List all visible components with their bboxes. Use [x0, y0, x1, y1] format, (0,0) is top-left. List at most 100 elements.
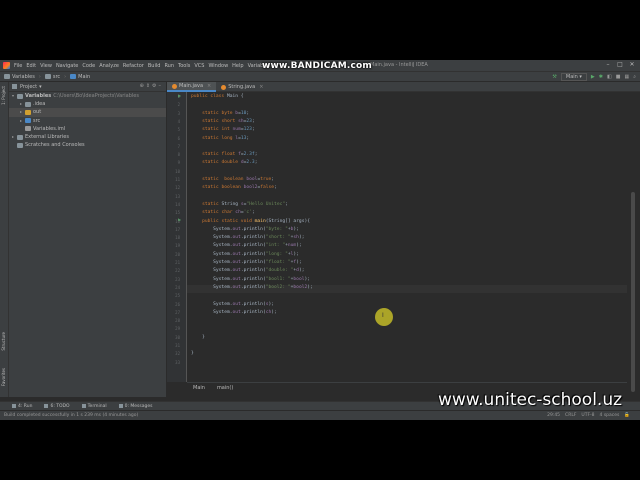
- scrollbar-thumb[interactable]: [631, 192, 635, 392]
- editor-gutter[interactable]: ▶ ▶ 1 2 3 4 5 6 7 8 9 10 11 12 13 14 15 16 17 18 19 20 21 22 2…: [167, 92, 187, 382]
- menu-item-window[interactable]: Window: [208, 63, 228, 69]
- minimize-icon[interactable]: –: [603, 61, 613, 68]
- chevron-right-icon: ›: [38, 73, 41, 80]
- project-tool-tab[interactable]: 1: Project: [1, 86, 6, 105]
- nav-crumb-main[interactable]: Main: [70, 74, 90, 80]
- code-line[interactable]: static int num=123;: [191, 127, 255, 135]
- code-line[interactable]: static boolean bool2=false;: [191, 185, 277, 193]
- tree-item[interactable]: ▸ External Libraries: [9, 133, 166, 141]
- tree-item[interactable]: ▾ Variables C:\Users\Bo\IdeaProjects\Varia…: [9, 92, 166, 100]
- menu-item-view[interactable]: View: [40, 63, 52, 69]
- tree-item[interactable]: ▸ out: [9, 108, 166, 117]
- editor-tab[interactable]: Main.java ×: [167, 82, 217, 92]
- tree-item[interactable]: Variables.iml: [9, 125, 166, 133]
- menu-item-run[interactable]: Run: [164, 63, 174, 69]
- build-hammer-icon[interactable]: ⚒: [552, 74, 556, 80]
- run-config-select[interactable]: Main ▾: [560, 73, 587, 81]
- menu-item-build[interactable]: Build: [148, 63, 161, 69]
- code-line[interactable]: static byte b=10;: [191, 111, 249, 119]
- code-line[interactable]: System.out.println(ch);: [191, 310, 277, 318]
- menu-item-code[interactable]: Code: [82, 63, 95, 69]
- line-number: 25: [175, 293, 180, 299]
- line-number: 14: [175, 201, 180, 207]
- code-line[interactable]: System.out.println("bool1: "+bool);: [191, 277, 310, 285]
- tool-window-button[interactable]: 4: Run: [12, 404, 32, 409]
- project-panel-header[interactable]: Project ▾ ⊕⇕⚙–: [9, 82, 166, 92]
- menu-item-navigate[interactable]: Navigate: [56, 63, 78, 69]
- folder-icon: [25, 118, 31, 124]
- menu-item-analyze[interactable]: Analyze: [99, 63, 119, 69]
- tree-item[interactable]: ▸ src: [9, 117, 166, 125]
- coverage-icon[interactable]: ◧: [607, 74, 612, 80]
- close-tab-icon[interactable]: ×: [207, 83, 211, 89]
- tool-window-label: 4: Run: [18, 403, 33, 409]
- editor-breadcrumb-item[interactable]: Main: [193, 385, 205, 391]
- line-number: 20: [175, 251, 180, 257]
- editor-scrollbar[interactable]: [627, 92, 640, 392]
- search-icon[interactable]: ⌕: [633, 74, 636, 80]
- bandicam-watermark: www.BANDICAM.com: [262, 61, 373, 71]
- menu-item-help[interactable]: Help: [232, 63, 243, 69]
- caret-position[interactable]: 29:45: [547, 413, 560, 418]
- debug-icon[interactable]: ✱: [599, 74, 603, 80]
- nav-crumb-variables[interactable]: Variables ›: [4, 74, 41, 80]
- status-bar: Build completed successfully in 1 s 239 …: [0, 410, 640, 420]
- status-message[interactable]: Build completed successfully in 1 s 239 …: [4, 413, 138, 418]
- stop-icon[interactable]: ■: [616, 74, 621, 80]
- menu-item-vcs[interactable]: VCS: [194, 63, 204, 69]
- code-line[interactable]: System.out.println("bool2: "+bool2);: [187, 284, 627, 294]
- crumb-label: Main: [78, 73, 91, 80]
- tool-window-button[interactable]: Terminal: [81, 403, 107, 409]
- line-number: 8: [177, 152, 180, 158]
- code-editor[interactable]: public class Main { static byte b=10; st…: [187, 92, 627, 382]
- menu-item-refactor[interactable]: Refactor: [123, 63, 144, 69]
- line-number: 10: [175, 168, 180, 174]
- maximize-icon[interactable]: □: [615, 61, 625, 68]
- close-icon[interactable]: ✕: [627, 61, 637, 68]
- line-number: 2: [177, 102, 180, 108]
- code-line[interactable]: static long l=13;: [191, 136, 249, 144]
- line-separator[interactable]: CRLF: [565, 413, 576, 418]
- menu-item-tools[interactable]: Tools: [178, 63, 190, 69]
- line-number: 31: [175, 343, 180, 348]
- chevron-down-icon[interactable]: ▾: [39, 84, 42, 90]
- tree-item[interactable]: ▸ .idea: [9, 100, 166, 108]
- editor-tab[interactable]: String.java ×: [216, 82, 268, 92]
- code-line[interactable]: static String s="Hello Unitec";: [191, 202, 288, 210]
- code-line[interactable]: System.out.println("byte: "+b);: [191, 227, 299, 235]
- nav-crumb-src[interactable]: src ›: [44, 74, 66, 80]
- editor-breadcrumb-item[interactable]: main(): [217, 385, 233, 391]
- menu-item-file[interactable]: File: [14, 63, 22, 69]
- code-line[interactable]: public static void main(String[] args){: [191, 219, 310, 227]
- code-line[interactable]: System.out.println("int: "+num);: [191, 243, 302, 251]
- code-line[interactable]: System.out.println("long: "+l);: [191, 252, 299, 260]
- tool-window-button[interactable]: 0: Messages: [118, 404, 152, 409]
- tree-item-label: Variables: [25, 93, 52, 99]
- line-number: 7: [177, 143, 180, 149]
- indent-setting[interactable]: 4 spaces: [600, 413, 620, 418]
- file-encoding[interactable]: UTF-8: [581, 413, 594, 418]
- tool-window-label: Terminal: [87, 403, 107, 409]
- menu-item-edit[interactable]: Edit: [26, 63, 36, 69]
- tool-window-button[interactable]: 6: TODO: [44, 404, 70, 409]
- line-number: 16: [175, 218, 180, 224]
- close-tab-icon[interactable]: ×: [259, 84, 263, 90]
- code-line[interactable]: public class Main {: [191, 94, 244, 102]
- code-line[interactable]: System.out.println(s);: [191, 302, 274, 310]
- tree-item[interactable]: Scratches and Consoles: [9, 141, 166, 149]
- code-line[interactable]: }: [191, 335, 205, 343]
- project-structure-icon[interactable]: ▦: [624, 74, 629, 80]
- tree-item-label: src: [33, 117, 41, 124]
- code-line[interactable]: static short sh=23;: [191, 119, 255, 127]
- line-number: 17: [175, 226, 180, 232]
- code-line[interactable]: }: [191, 351, 194, 359]
- hide-icon[interactable]: –: [159, 83, 164, 89]
- code-line[interactable]: static char ch='c';: [191, 210, 255, 218]
- structure-tool-tab[interactable]: Structure: [1, 332, 6, 351]
- favorites-tool-tab[interactable]: Favorites: [1, 368, 6, 386]
- code-line[interactable]: System.out.println("double: "+d);: [191, 268, 304, 276]
- run-icon[interactable]: ▶: [591, 74, 595, 80]
- code-line[interactable]: static double d=2.3;: [191, 160, 257, 168]
- lock-icon[interactable]: 🔓: [624, 413, 630, 418]
- line-number: 22: [175, 268, 180, 274]
